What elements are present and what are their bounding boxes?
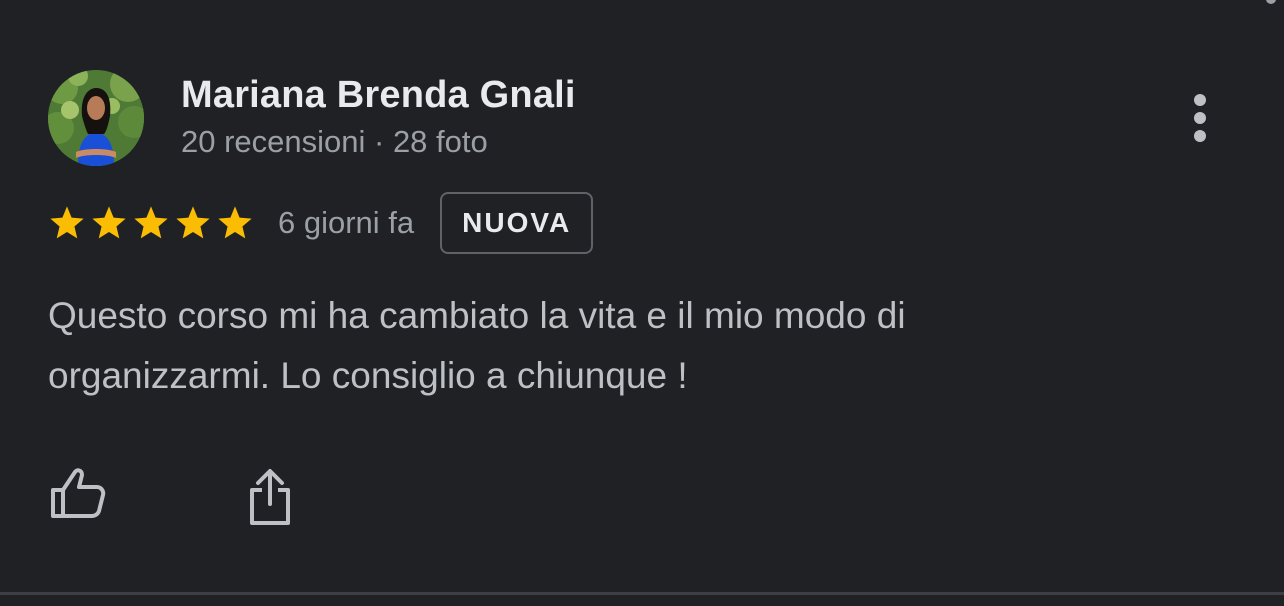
star-icon <box>176 206 210 239</box>
scroll-indicator <box>1266 0 1276 4</box>
star-rating <box>48 204 258 242</box>
thumb-up-icon <box>51 468 106 518</box>
like-button[interactable] <box>48 466 108 522</box>
new-badge: NUOVA <box>440 192 594 254</box>
rating-row: 6 giorni fa NUOVA <box>48 190 594 256</box>
share-icon <box>250 469 290 525</box>
more-vertical-icon <box>1180 88 1220 148</box>
review-card: Mariana Brenda Gnali 20 recensioni · 28 … <box>0 0 1284 595</box>
star-icon <box>134 206 168 239</box>
review-time: 6 giorni fa <box>278 205 415 240</box>
reviewer-meta: 20 recensioni · 28 foto <box>181 124 488 159</box>
divider <box>0 592 1284 595</box>
star-icon <box>50 206 84 239</box>
star-icon <box>218 206 252 239</box>
reviewer-name[interactable]: Mariana Brenda Gnali <box>181 74 576 117</box>
review-text: Questo corso mi ha cambiato la vita e il… <box>48 295 906 396</box>
reviewer-avatar[interactable] <box>48 70 144 166</box>
share-button[interactable] <box>244 466 296 528</box>
star-icon <box>92 206 126 239</box>
more-options-button[interactable] <box>1180 88 1220 148</box>
